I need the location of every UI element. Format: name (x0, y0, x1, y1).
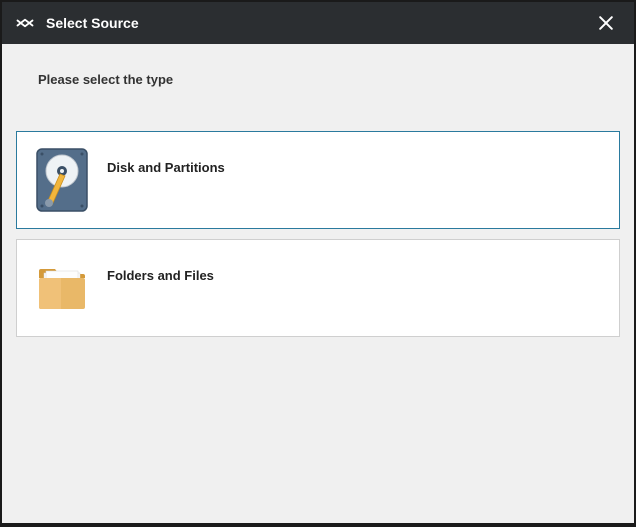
modal-title: Select Source (46, 15, 590, 31)
sync-icon (14, 12, 36, 34)
instruction-text: Please select the type (16, 44, 620, 87)
close-button[interactable] (590, 7, 622, 39)
modal-header: Select Source (2, 2, 634, 44)
option-label: Folders and Files (107, 268, 214, 283)
option-folders-and-files[interactable]: Folders and Files (16, 239, 620, 337)
option-label: Disk and Partitions (107, 160, 225, 175)
select-source-modal: Select Source Please select the type (2, 2, 634, 523)
folder-icon (35, 255, 89, 321)
modal-content: Please select the type Disk and Partitio… (2, 44, 634, 523)
hard-disk-icon (35, 147, 89, 213)
option-disk-and-partitions[interactable]: Disk and Partitions (16, 131, 620, 229)
close-icon (596, 13, 616, 33)
